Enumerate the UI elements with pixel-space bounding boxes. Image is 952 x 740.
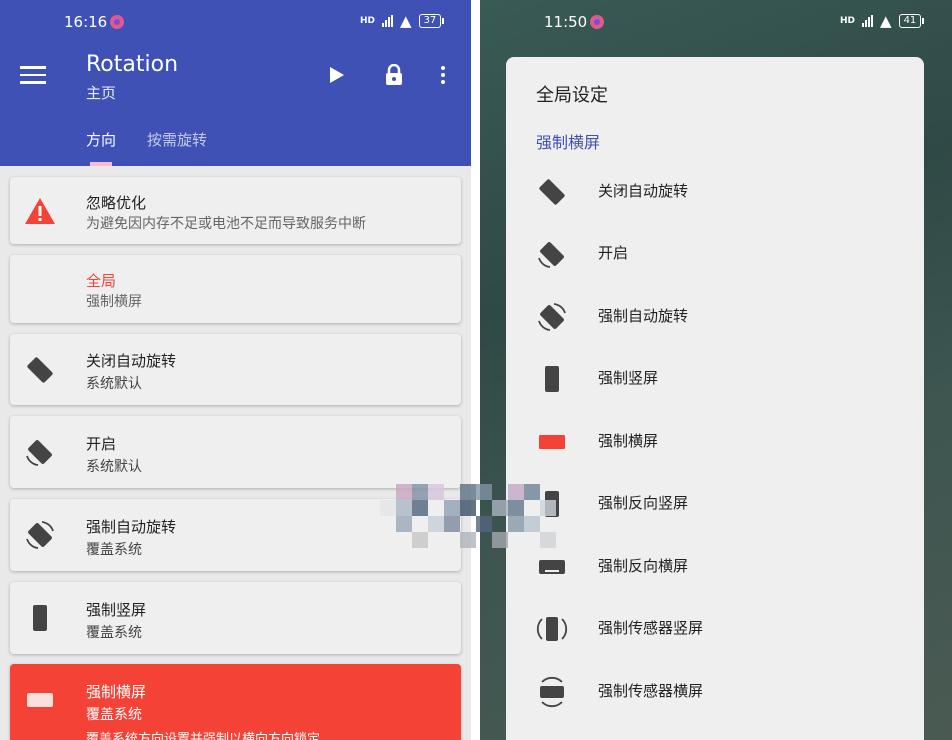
signal-icon: [862, 15, 874, 27]
menu-icon[interactable]: [20, 66, 46, 84]
rotation-on-icon: [538, 242, 564, 268]
landscape-icon: [539, 435, 565, 449]
option-label: 强制竖屏: [598, 369, 659, 387]
portrait-icon: [545, 366, 559, 392]
portrait-icon: [33, 605, 47, 631]
rotation-off-icon: [539, 179, 565, 205]
option-force-sensor-landscape[interactable]: 强制传感器横屏: [506, 660, 924, 722]
card-ignore-optimization[interactable]: 忽略优化 为避免因内存不足或电池不足而导致服务中断: [10, 177, 461, 244]
card-title: 关闭自动旋转: [86, 352, 177, 370]
card-subtitle: 覆盖系统: [86, 707, 142, 723]
option-force-auto-rotate[interactable]: 强制自动旋转: [506, 285, 924, 347]
card-subtitle: 系统默认: [86, 459, 142, 475]
landscape-icon: [27, 693, 53, 707]
option-label: 强制传感器竖屏: [598, 619, 704, 637]
tab-direction[interactable]: 方向: [86, 129, 116, 150]
option-label: 关闭自动旋转: [598, 182, 689, 200]
option-label: 强制自动旋转: [598, 307, 689, 325]
card-subtitle: 为避免因内存不足或电池不足而导致服务中断: [86, 216, 366, 232]
option-label: 开启: [598, 244, 629, 262]
option-label: 强制反向横屏: [598, 557, 689, 575]
battery-icon: 37: [418, 14, 444, 28]
sensor-portrait-icon: [536, 617, 568, 641]
option-label: 强制传感器横屏: [598, 682, 704, 700]
card-title: 强制竖屏: [86, 601, 147, 619]
card-title: 开启: [86, 435, 117, 453]
play-icon[interactable]: [330, 67, 344, 83]
status-time: 16:16: [64, 13, 108, 31]
tab-indicator: [90, 162, 112, 166]
right-screen: 11:50 HD ▲ 41 全局设定 强制横屏 关闭自动旋转 开启 强制自动旋转…: [480, 0, 952, 740]
card-subtitle: 覆盖系统: [86, 625, 142, 641]
card-title: 强制横屏: [86, 683, 147, 701]
option-force-landscape[interactable]: 强制横屏: [506, 410, 924, 472]
battery-icon: 41: [898, 14, 924, 28]
hd-signal-label: HD: [360, 15, 376, 26]
app-subtitle: 主页: [86, 84, 117, 102]
more-options-icon[interactable]: [441, 66, 445, 87]
sensor-landscape-icon: [540, 676, 564, 708]
option-force-portrait[interactable]: 强制竖屏: [506, 347, 924, 409]
tab-on-demand-rotation[interactable]: 按需旋转: [147, 129, 207, 150]
card-global[interactable]: 全局 强制横屏: [10, 255, 461, 323]
card-title: 全局: [86, 272, 117, 290]
pixelated-watermark: [380, 476, 572, 548]
force-auto-rotate-icon: [538, 303, 566, 331]
rotation-on-icon: [26, 440, 52, 466]
global-settings-dialog: 全局设定 强制横屏 关闭自动旋转 开启 强制自动旋转 强制竖屏 强制横屏 强制反…: [506, 57, 924, 740]
wifi-icon: ▲: [400, 12, 412, 30]
card-rotation-off[interactable]: 关闭自动旋转 系统默认: [10, 334, 461, 405]
card-subtitle: 覆盖系统: [86, 542, 142, 558]
notification-icon: [590, 15, 604, 29]
option-label: 强制横屏: [598, 432, 659, 450]
card-subtitle: 系统默认: [86, 376, 142, 392]
option-label: 强制反向竖屏: [598, 494, 689, 512]
option-force-sensor-portrait[interactable]: 强制传感器竖屏: [506, 597, 924, 659]
dialog-title: 全局设定: [536, 85, 608, 106]
card-force-landscape[interactable]: 强制横屏 覆盖系统 覆盖系统方向设置并强制以横向方向锁定: [10, 664, 461, 740]
status-bar: 16:16 HD ▲ 37: [0, 0, 471, 44]
app-bar: 16:16 HD ▲ 37 Rotation 主页 方向 按需旋转: [0, 0, 471, 166]
wifi-icon: ▲: [880, 12, 892, 30]
reverse-landscape-icon: [539, 560, 565, 574]
status-bar: 11:50 HD ▲ 41: [480, 0, 952, 44]
notification-icon: [110, 15, 124, 29]
status-icons: HD ▲ 37: [360, 12, 444, 30]
force-auto-rotate-icon: [26, 521, 54, 549]
card-title: 强制自动旋转: [86, 518, 177, 536]
card-force-portrait[interactable]: 强制竖屏 覆盖系统: [10, 582, 461, 654]
app-title: Rotation: [86, 52, 179, 77]
screen-divider: [471, 0, 480, 740]
lock-icon[interactable]: [385, 64, 403, 86]
card-title: 忽略优化: [86, 194, 147, 212]
dialog-current-selection: 强制横屏: [536, 133, 601, 152]
signal-icon: [382, 15, 394, 27]
card-subtitle: 强制横屏: [86, 294, 142, 310]
option-rotation-on[interactable]: 开启: [506, 222, 924, 284]
rotation-off-icon: [27, 357, 53, 383]
option-rotation-off[interactable]: 关闭自动旋转: [506, 160, 924, 222]
status-icons: HD ▲ 41: [840, 12, 924, 30]
status-time: 11:50: [544, 13, 588, 31]
left-screen: 16:16 HD ▲ 37 Rotation 主页 方向 按需旋转 忽略优化 为…: [0, 0, 471, 740]
warning-icon: [25, 198, 55, 224]
card-description: 覆盖系统方向设置并强制以横向方向锁定: [86, 732, 321, 740]
hd-signal-label: HD: [840, 15, 856, 26]
